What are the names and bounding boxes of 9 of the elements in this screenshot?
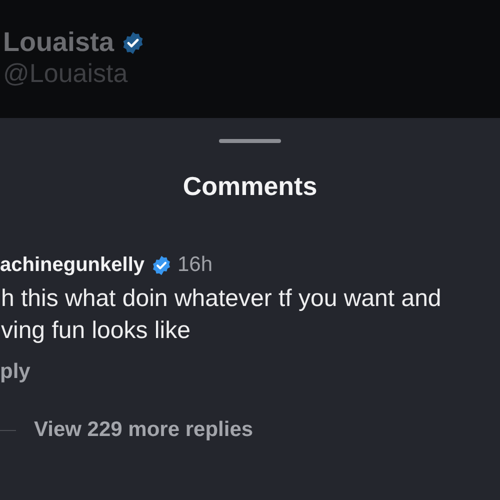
view-replies-link[interactable]: View 229 more replies	[34, 417, 254, 443]
drag-handle[interactable]	[219, 139, 281, 143]
comment-text-line: h this what doin whatever tf you want and	[0, 284, 442, 314]
comment-time: 16h	[178, 253, 213, 277]
profile-name: Louaista	[3, 27, 114, 58]
reply-link[interactable]: ply	[0, 359, 30, 385]
comment-text-line: ving fun looks like	[0, 316, 192, 346]
comment-username[interactable]: achinegunkelly	[0, 253, 144, 277]
sheet-title: Comments	[182, 171, 318, 201]
